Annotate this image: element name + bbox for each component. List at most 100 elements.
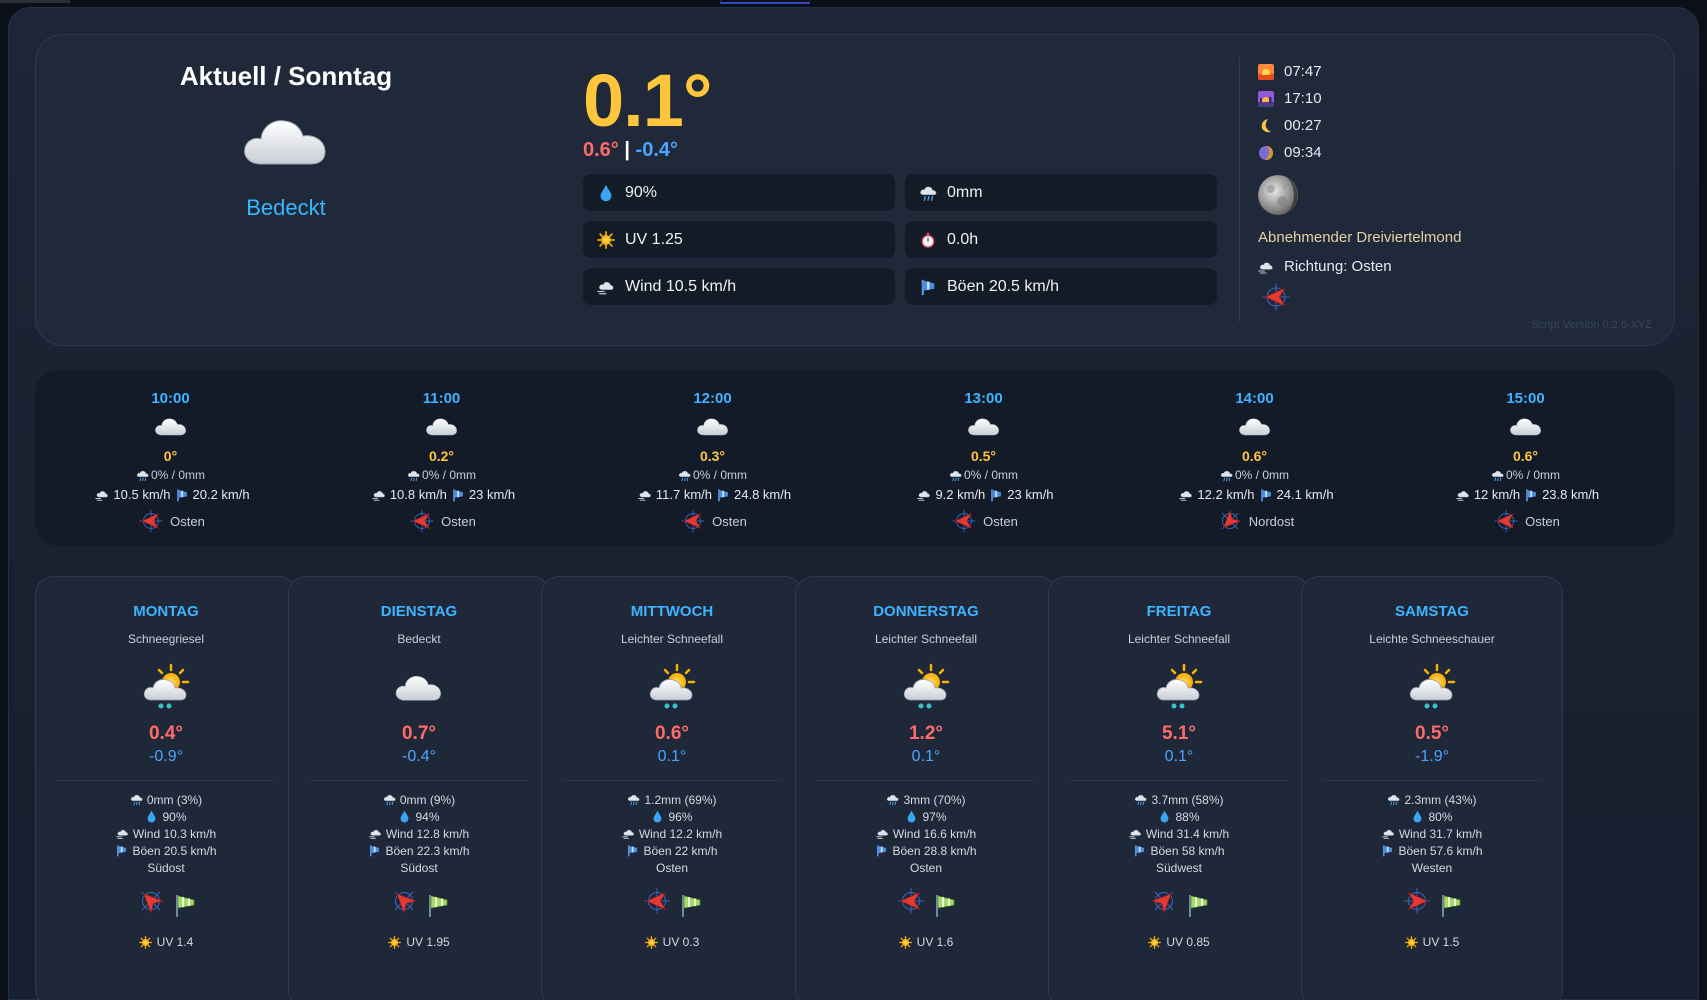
hour-wind-speed: 12 km/h <box>1473 487 1521 502</box>
hour-time: 11:00 <box>422 390 461 407</box>
hour-column: 10:00 0° 0% / 0mm 10.5 km/h 20.2 km/h Os… <box>35 370 306 546</box>
hour-precip-value: 0% / 0mm <box>1505 468 1560 482</box>
sunset-row: 17:10 <box>1258 86 1659 111</box>
sun-cloud-snow-icon <box>647 662 697 712</box>
hour-precip-value: 0% / 0mm <box>150 468 205 482</box>
day-uv-row: UV 1.6 <box>796 935 1056 949</box>
hour-precipitation: 0% / 0mm <box>577 468 848 482</box>
day-max-temp: 0.4° <box>148 723 183 744</box>
active-tab-indicator[interactable] <box>720 0 810 4</box>
gust-flag-icon <box>875 844 888 857</box>
cloud-icon <box>1238 413 1272 439</box>
day-direction: Osten <box>909 860 942 875</box>
day-precip-row: 2.3mm (43%) <box>1302 791 1562 808</box>
day-humidity-row: 80% <box>1302 808 1562 825</box>
cloud-icon <box>696 413 730 439</box>
gust-flag-icon <box>989 488 1003 502</box>
gust-value: Böen 20.5 km/h <box>947 277 1060 295</box>
day-details: 3.7mm (58%) 88% Wind 31.4 km/h Böen 58 k… <box>1049 791 1309 876</box>
rain-cloud-icon <box>919 184 937 202</box>
hour-precipitation: 0% / 0mm <box>35 468 306 482</box>
hour-gust-speed: 24.1 km/h <box>1276 487 1334 502</box>
rain-cloud-icon <box>627 793 640 806</box>
day-gust: Böen 57.6 km/h <box>1398 843 1483 858</box>
hour-gust-speed: 23.8 km/h <box>1542 487 1600 502</box>
gust-flag-icon <box>115 844 128 857</box>
hour-temperature: 0.6° <box>1512 448 1539 464</box>
hour-wind: 10.8 km/h 23 km/h <box>306 487 577 502</box>
windsock-icon <box>1438 892 1464 918</box>
gust-flag-icon <box>451 488 465 502</box>
day-uv-row: UV 1.5 <box>1302 935 1562 949</box>
moonset-time: 09:34 <box>1284 144 1322 161</box>
hour-time: 10:00 <box>151 390 190 407</box>
day-details: 0mm (9%) 94% Wind 12.8 km/h Böen 22.3 km… <box>289 791 549 876</box>
day-humidity-row: 97% <box>796 808 1056 825</box>
day-wind-row: Wind 31.7 km/h <box>1302 825 1562 842</box>
precipitation-value: 0mm <box>947 183 983 201</box>
day-humidity-row: 88% <box>1049 808 1309 825</box>
current-minmax: 0.6° | -0.4° <box>583 139 1223 162</box>
day-gust-row: Böen 20.5 km/h <box>36 842 296 859</box>
day-gust-row: Böen 28.8 km/h <box>796 842 1056 859</box>
day-wind: Wind 12.8 km/h <box>385 826 470 841</box>
droplet-icon <box>145 810 158 823</box>
current-stats-grid: 90% 0mm UV 1.25 0.0h Wind 10.5 km/h Böen… <box>583 174 1223 305</box>
wind-icon <box>372 488 386 502</box>
day-description: Bedeckt <box>397 632 441 646</box>
sun-cloud-snow-icon <box>141 662 191 712</box>
hour-column: 12:00 0.3° 0% / 0mm 11.7 km/h 24.8 km/h … <box>577 370 848 546</box>
day-uv-row: UV 1.95 <box>289 935 549 949</box>
day-gust: Böen 22 km/h <box>643 843 718 858</box>
sun-icon <box>388 936 401 949</box>
cloud-icon <box>154 413 188 439</box>
rain-cloud-icon <box>1491 469 1504 482</box>
moonset-row: 09:34 <box>1258 140 1659 165</box>
day-direction: Südost <box>147 860 185 875</box>
day-name: DONNERSTAG <box>873 603 979 620</box>
current-details: 0.1° 0.6° | -0.4° 90% 0mm UV 1.25 0.0h W… <box>583 63 1223 305</box>
day-divider <box>1069 780 1289 781</box>
hour-temperature: 0° <box>163 448 178 464</box>
day-wind-row: Wind 16.6 km/h <box>796 825 1056 842</box>
day-name: FREITAG <box>1146 603 1212 620</box>
rain-cloud-icon <box>130 793 143 806</box>
hour-precipitation: 0% / 0mm <box>1119 468 1390 482</box>
day-uv: UV 1.6 <box>916 935 954 949</box>
day-uv: UV 0.3 <box>662 935 700 949</box>
hour-wind: 11.7 km/h 24.8 km/h <box>577 487 848 502</box>
day-gust-row: Böen 22.3 km/h <box>289 842 549 859</box>
wind-icon <box>116 827 129 840</box>
day-min-temp: -0.9° <box>149 748 183 765</box>
day-direction: Osten <box>655 860 688 875</box>
sun-icon <box>899 936 912 949</box>
hour-direction: Osten <box>848 506 1119 536</box>
sunrise-time: 07:47 <box>1284 63 1322 80</box>
droplet-icon <box>597 184 615 202</box>
hour-direction: Osten <box>35 506 306 536</box>
rain-cloud-icon <box>886 793 899 806</box>
day-max-temp: 0.5° <box>1414 723 1449 744</box>
wind-icon <box>1258 259 1274 275</box>
gust-flag-icon <box>1381 844 1394 857</box>
day-divider <box>562 780 782 781</box>
wind-compass-icon <box>640 884 674 918</box>
hour-gust-speed: 23 km/h <box>1007 487 1054 502</box>
day-precip: 1.2mm (69%) <box>644 792 717 807</box>
day-precip-row: 3mm (70%) <box>796 791 1056 808</box>
day-description: Leichter Schneefall <box>1127 632 1231 646</box>
moonrise-row: 00:27 <box>1258 113 1659 138</box>
hour-precipitation: 0% / 0mm <box>848 468 1119 482</box>
day-card: MITTWOCH Leichter Schneefall 0.6° 0.1° 1… <box>541 576 803 1000</box>
current-temperature: 0.1° <box>583 59 712 142</box>
wind-icon <box>876 827 889 840</box>
day-name: SAMSTAG <box>1395 603 1469 620</box>
hour-wind-speed: 10.5 km/h <box>113 487 171 502</box>
hour-direction: Osten <box>306 506 577 536</box>
day-gust: Böen 20.5 km/h <box>132 843 217 858</box>
day-precip-row: 1.2mm (69%) <box>542 791 802 808</box>
gust-flag-icon <box>626 844 639 857</box>
droplet-icon <box>651 810 664 823</box>
day-precip: 2.3mm (43%) <box>1404 792 1477 807</box>
hour-precipitation: 0% / 0mm <box>1390 468 1661 482</box>
